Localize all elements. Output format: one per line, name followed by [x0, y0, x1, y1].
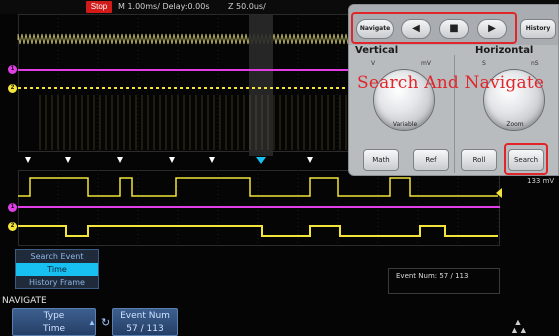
- next-button[interactable]: ▶: [477, 19, 507, 39]
- ch2-marker-zoom[interactable]: 2: [8, 222, 17, 231]
- menu-item-history-frame[interactable]: History Frame: [16, 276, 98, 289]
- vertical-minus-label: V: [371, 60, 376, 67]
- event-num-readout: Event Num: 57 / 113: [396, 272, 469, 280]
- event-num-softkey-label: Event Num: [120, 311, 170, 321]
- vertical-section-label: Vertical: [355, 45, 399, 56]
- event-marker: [25, 157, 31, 163]
- event-marker: [209, 157, 215, 163]
- type-softkey-label: Type: [43, 311, 65, 321]
- horizontal-plus-label: nS: [531, 60, 539, 67]
- softkey-arrow-icon: ▲: [88, 318, 96, 327]
- stop-button[interactable]: ■: [439, 19, 469, 39]
- zoom-window: [249, 14, 273, 156]
- ch1-marker-zoom[interactable]: 1: [8, 203, 17, 212]
- previous-button[interactable]: ◀: [401, 19, 431, 39]
- scale-readout: 133 mV: [527, 177, 555, 185]
- event-num-softkey-value: 57 / 113: [126, 324, 164, 334]
- ch1-marker-main[interactable]: 1: [8, 65, 17, 74]
- event-marker: [117, 157, 123, 163]
- type-softkey-value: Time: [42, 324, 66, 334]
- current-event-marker: [256, 157, 266, 164]
- horizontal-minus-label: S: [482, 60, 486, 67]
- menu-item-time[interactable]: Time: [16, 263, 98, 276]
- horizontal-knob-label: Zoom: [506, 121, 524, 128]
- vertical-plus-label: mV: [421, 60, 431, 67]
- search-type-menu[interactable]: Search Event Time History Frame: [15, 249, 99, 289]
- event-marker: [169, 157, 175, 163]
- overlay-caption: Search And Navigate: [357, 73, 545, 93]
- menu-title: NAVIGATE: [2, 296, 47, 306]
- menu-item-search-event[interactable]: Search Event: [16, 250, 98, 263]
- event-marker: [307, 157, 313, 163]
- roll-button[interactable]: Roll: [461, 149, 497, 171]
- navigate-button[interactable]: Navigate: [356, 19, 394, 39]
- event-marker: [65, 157, 71, 163]
- vertical-knob-label: Variable: [392, 121, 418, 128]
- event-num-softkey[interactable]: Event Num 57 / 113: [112, 308, 178, 336]
- history-button[interactable]: History: [520, 19, 556, 39]
- rotate-knob-icon: ↻: [101, 317, 111, 329]
- ch2-marker-main[interactable]: 2: [8, 84, 17, 93]
- horizontal-section-label: Horizontal: [475, 45, 534, 56]
- search-highlight-box: [504, 143, 548, 175]
- ref-button[interactable]: Ref: [413, 149, 449, 171]
- type-softkey[interactable]: Type Time: [12, 308, 96, 336]
- math-button[interactable]: Math: [363, 149, 399, 171]
- menu-level-icon[interactable]: ▲ ▲▲: [510, 318, 528, 335]
